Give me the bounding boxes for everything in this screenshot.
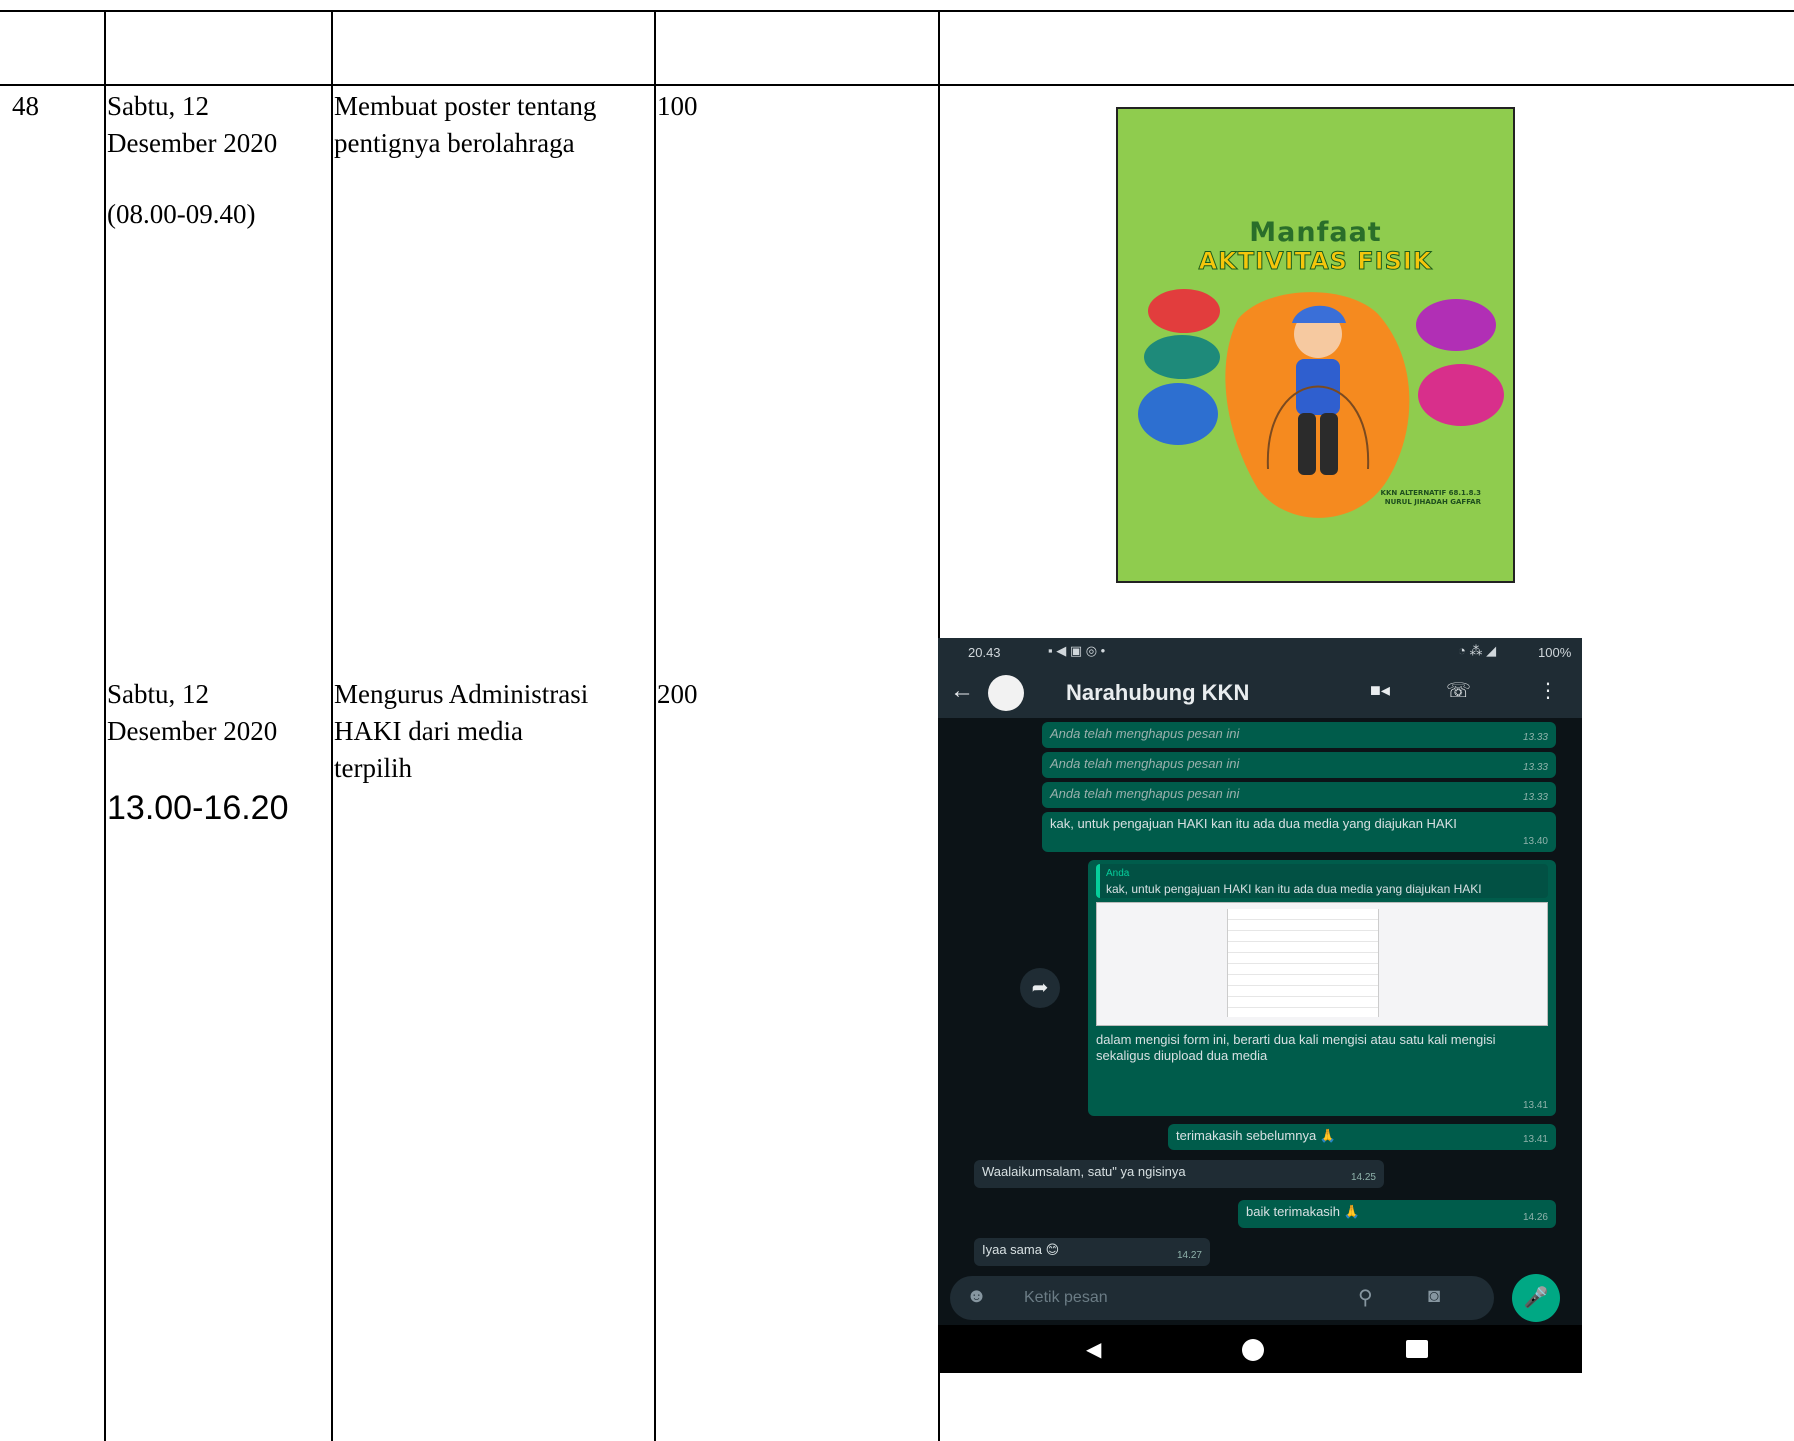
poster-image: Manfaat AKTIVITAS FISIK KKN ALTERNATIF 6… — [1116, 107, 1515, 583]
entry-2-activity-line3: terpilih — [334, 753, 412, 783]
attached-form-screenshot[interactable] — [1096, 902, 1548, 1026]
message-incoming[interactable]: Iyaa sama 😊 14.27 — [974, 1238, 1210, 1266]
col-divider-3 — [654, 10, 656, 1441]
message-time: 13.33 — [1522, 732, 1548, 743]
message-text: Iyaa sama 😊 — [982, 1242, 1060, 1257]
contact-avatar[interactable] — [988, 675, 1024, 711]
message-deleted-3[interactable]: Anda telah menghapus pesan ini 13.33 — [1042, 782, 1556, 808]
emoji-icon[interactable]: ☻ — [966, 1285, 987, 1308]
message-outgoing[interactable]: kak, untuk pengajuan HAKI kan itu ada du… — [1042, 812, 1556, 852]
back-arrow-icon[interactable]: ← — [950, 677, 974, 705]
entry-1-activity: Membuat poster tentang pentignya berolah… — [334, 88, 596, 162]
entry-2-date-line1: Sabtu, 12 — [107, 679, 210, 709]
status-bar: 20.43 ▪ ◀ ▣ ◎ • ◔ ⁂ ◢ 100% — [938, 638, 1582, 666]
nav-back-icon[interactable]: ◀ — [1086, 1337, 1101, 1362]
row-divider — [0, 84, 1794, 86]
camera-icon[interactable]: ◙ — [1428, 1285, 1440, 1308]
message-deleted-1[interactable]: Anda telah menghapus pesan ini 13.33 — [1042, 722, 1556, 748]
menu-icon[interactable]: ⋮ — [1538, 678, 1558, 703]
message-time: 13.33 — [1522, 762, 1548, 773]
entry-1-date-line2: Desember 2020 — [107, 128, 278, 158]
attach-icon[interactable]: ⚲ — [1358, 1285, 1373, 1310]
contact-name[interactable]: Narahubung KKN — [1066, 680, 1249, 706]
message-text: Anda telah menghapus pesan ini — [1050, 756, 1240, 771]
message-outgoing[interactable]: baik terimakasih 🙏 14.26 — [1238, 1200, 1556, 1228]
message-time: 14.26 — [1522, 1212, 1548, 1223]
poster-credit-line1: KKN ALTERNATIF 68.1.8.3 — [1380, 489, 1481, 497]
col-divider-1 — [104, 10, 106, 1441]
row-number: 48 — [12, 91, 39, 121]
entry-1-activity-line1: Membuat poster tentang — [334, 91, 597, 121]
poster-credit: KKN ALTERNATIF 68.1.8.3 NURUL JIHADAH GA… — [1381, 489, 1481, 507]
message-deleted-2[interactable]: Anda telah menghapus pesan ini 13.33 — [1042, 752, 1556, 778]
entry-2-date: Sabtu, 12 Desember 2020 — [107, 676, 277, 750]
message-text: dalam mengisi form ini, berarti dua kali… — [1096, 1032, 1496, 1063]
status-time: 20.43 — [968, 645, 1001, 660]
entry-1-date-line1: Sabtu, 12 — [107, 91, 210, 121]
message-time: 14.27 — [1176, 1250, 1202, 1261]
message-text: terimakasih sebelumnya 🙏 — [1176, 1128, 1336, 1143]
entry-2-activity-line2: HAKI dari media — [334, 716, 523, 746]
message-input[interactable]: Ketik pesan — [1024, 1289, 1108, 1307]
status-icons: ▪ ◀ ▣ ◎ • — [1048, 643, 1106, 658]
voice-call-icon[interactable]: ☏ — [1446, 678, 1471, 703]
message-input-bar[interactable]: ☻ Ketik pesan ⚲ ◙ — [950, 1276, 1494, 1320]
battery-level: 100% — [1538, 645, 1572, 660]
poster-bubble-purple — [1416, 299, 1496, 351]
col-divider-2 — [331, 10, 333, 1441]
poster-bubble-pink — [1418, 364, 1504, 426]
entry-2-date-line2: Desember 2020 — [107, 716, 278, 746]
poster-bubble-teal — [1144, 335, 1220, 379]
nav-recents-icon[interactable] — [1406, 1340, 1428, 1358]
message-text: Anda telah menghapus pesan ini — [1050, 726, 1240, 741]
message-with-quote[interactable]: Anda kak, untuk pengajuan HAKI kan itu a… — [1088, 860, 1556, 1116]
entry-1-value: 100 — [657, 91, 698, 121]
signal-icon: ◔ ⁂ ◢ — [1458, 643, 1497, 658]
message-text: baik terimakasih 🙏 — [1246, 1204, 1360, 1219]
entry-2-value: 200 — [657, 679, 698, 709]
entry-2-activity: Mengurus Administrasi HAKI dari media te… — [334, 676, 588, 787]
message-time: 13.33 — [1522, 792, 1548, 803]
poster-bubble-blue — [1138, 383, 1218, 445]
entry-1-time: (08.00-09.40) — [107, 199, 256, 229]
message-time: 14.25 — [1350, 1172, 1376, 1183]
message-time: 13.40 — [1522, 836, 1548, 847]
message-incoming[interactable]: Waalaikumsalam, satu" ya ngisinya 14.25 — [974, 1160, 1384, 1188]
entry-2-activity-line1: Mengurus Administrasi — [334, 679, 589, 709]
message-text: Waalaikumsalam, satu" ya ngisinya — [982, 1164, 1186, 1179]
quoted-message: Anda kak, untuk pengajuan HAKI kan itu a… — [1096, 864, 1548, 898]
entry-2-time: 13.00-16.20 — [107, 789, 289, 827]
message-text: kak, untuk pengajuan HAKI kan itu ada du… — [1050, 816, 1457, 831]
poster-bubble-red — [1148, 289, 1220, 333]
video-call-icon[interactable]: ■◂ — [1370, 680, 1390, 701]
quote-text: kak, untuk pengajuan HAKI kan itu ada du… — [1106, 882, 1482, 896]
form-lines — [1227, 909, 1379, 1017]
entry-1-date: Sabtu, 12 Desember 2020 — [107, 88, 277, 162]
forward-icon[interactable]: ➦ — [1020, 968, 1060, 1008]
mic-button[interactable]: 🎤 — [1512, 1274, 1560, 1322]
chat-screenshot: 20.43 ▪ ◀ ▣ ◎ • ◔ ⁂ ◢ 100% ← Narahubung … — [938, 638, 1582, 1373]
message-text: Anda telah menghapus pesan ini — [1050, 786, 1240, 801]
android-nav-bar: ◀ — [938, 1325, 1582, 1373]
message-time: 13.41 — [1522, 1134, 1548, 1145]
poster-credit-line2: NURUL JIHADAH GAFFAR — [1384, 498, 1481, 506]
message-time: 13.41 — [1522, 1100, 1548, 1111]
entry-1-activity-line2: pentignya berolahraga — [334, 128, 575, 158]
table-top-border — [0, 10, 1794, 12]
nav-home-icon[interactable] — [1242, 1339, 1264, 1361]
message-outgoing[interactable]: terimakasih sebelumnya 🙏 13.41 — [1168, 1124, 1556, 1150]
chat-header: ← Narahubung KKN ■◂ ☏ ⋮ — [938, 666, 1582, 718]
quote-author: Anda — [1106, 868, 1130, 879]
